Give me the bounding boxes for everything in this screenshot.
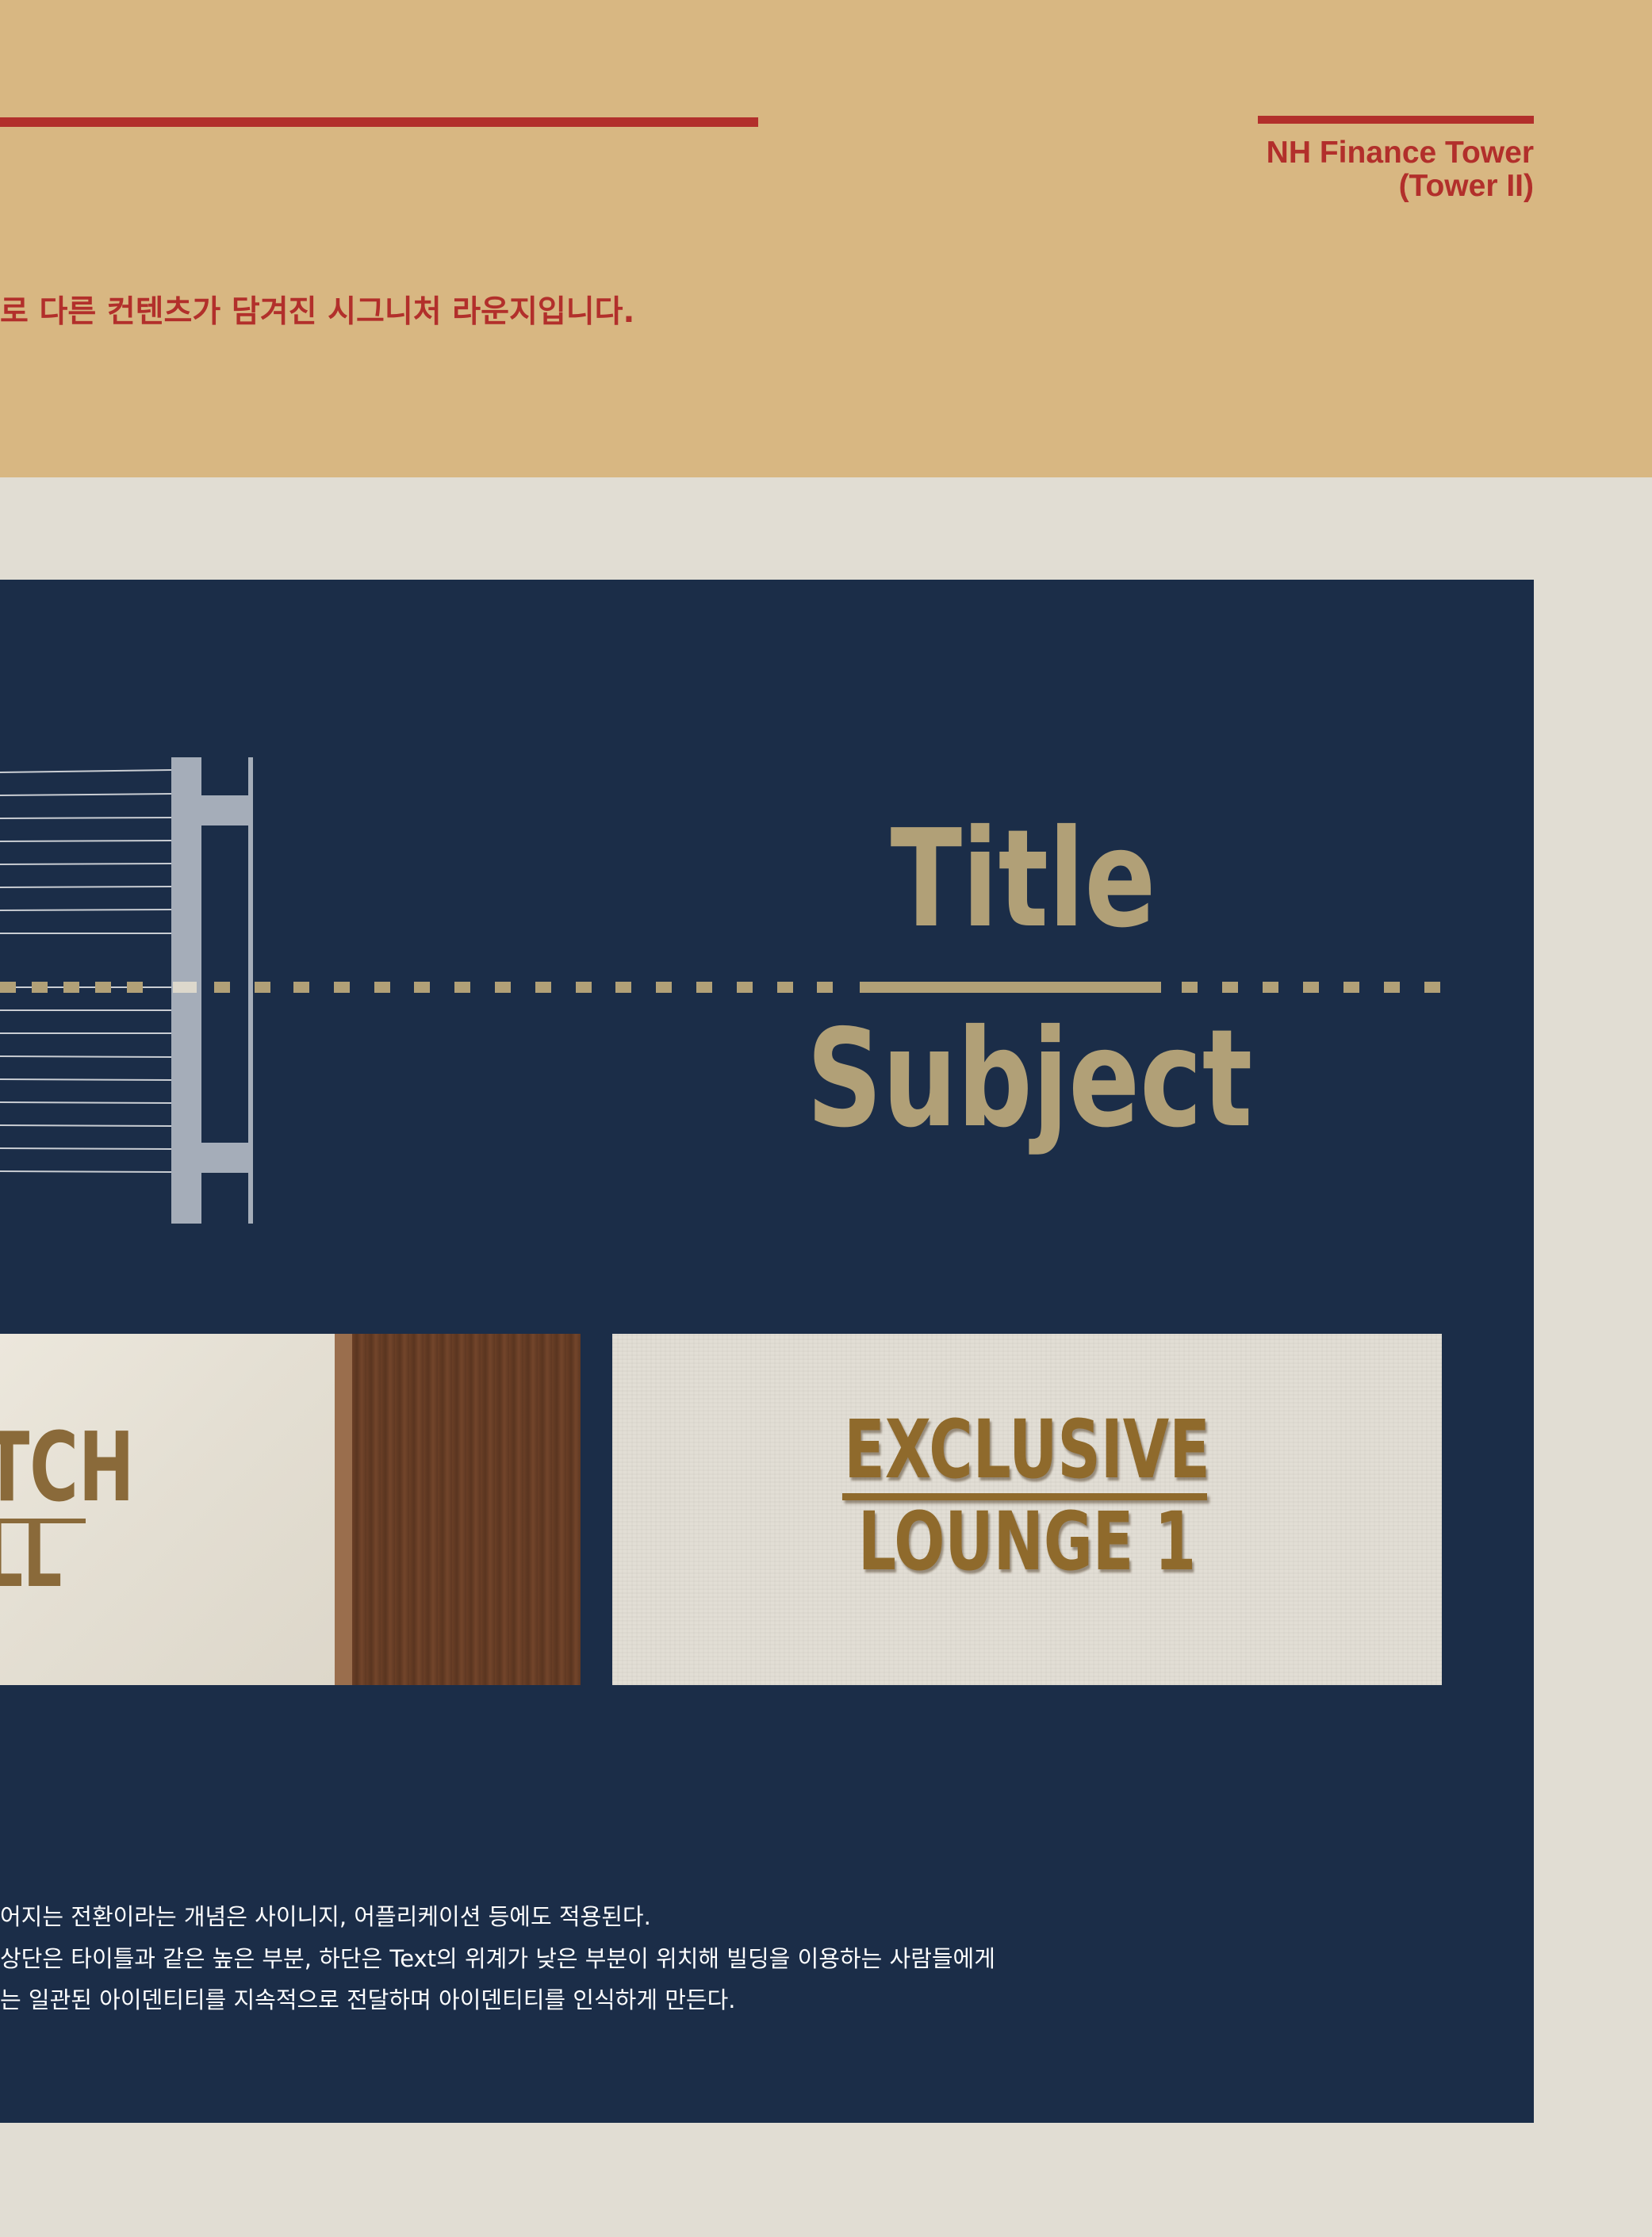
lounge-sign-line-1: EXCLUSIVE — [844, 1403, 1210, 1497]
description-line-3: 는 일관된 아이덴티티를 지속적으로 전달하며 아이덴티티를 인식하게 만든다. — [0, 1986, 736, 2013]
signage-diagram — [0, 757, 1440, 1224]
diagram-subject: Subject — [807, 1001, 1253, 1158]
door-frame — [335, 1334, 352, 1685]
description-line-1: 어지는 전환이라는 개념은 사이니지, 어플리케이션 등에도 적용된다. — [0, 1903, 651, 1930]
brand-name: NH Finance Tower — [1266, 136, 1534, 170]
description-line-2: 상단은 타이틀과 같은 높은 부분, 하단은 Text의 위계가 낮은 부분이 … — [0, 1945, 995, 1972]
wall-surface: TCH LL — [0, 1334, 337, 1685]
wood-door — [352, 1334, 581, 1685]
lounge-sign-line-2: LOUNGE 1 — [857, 1495, 1197, 1589]
header-rule — [0, 117, 758, 127]
dashed-divider — [0, 982, 1440, 993]
diagram-title: Title — [890, 801, 1156, 958]
stripe-lines — [0, 769, 172, 1173]
brand-rule — [1258, 116, 1534, 124]
intro-text: 로 다른 컨텐츠가 담겨진 시그니처 라운지입니다. — [0, 294, 635, 330]
content-panel: Title Subject TCH LL EXCLUSIVE LOUNGE 1 … — [0, 580, 1534, 2123]
partial-sign-line-2: LL — [0, 1505, 63, 1607]
header-band: NH Finance Tower (Tower II) 로 다른 컨텐츠가 담겨… — [0, 0, 1652, 477]
sign-photo-left: TCH LL — [0, 1334, 581, 1685]
sign-photo-right: EXCLUSIVE LOUNGE 1 — [612, 1334, 1442, 1685]
brand-subtitle: (Tower II) — [1398, 169, 1534, 203]
